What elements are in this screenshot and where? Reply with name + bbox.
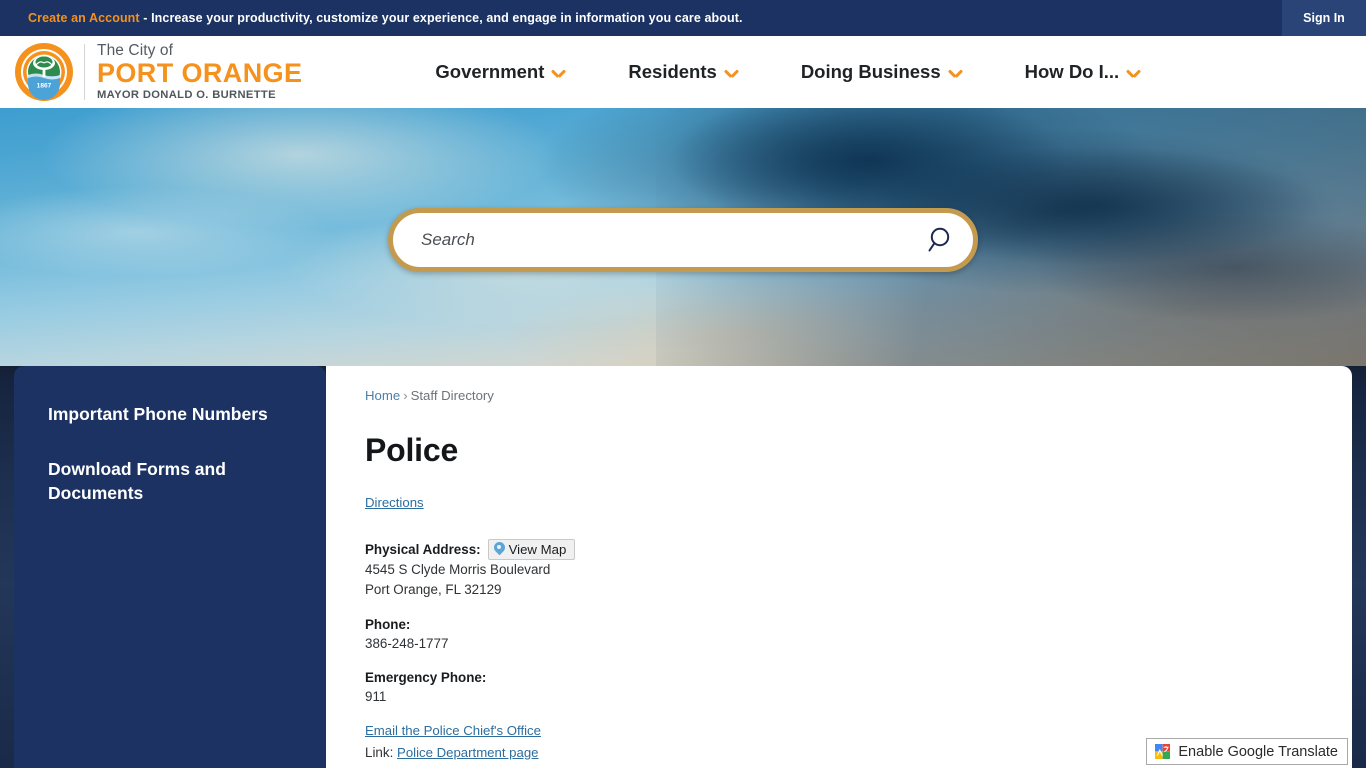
brand-mayor-line: MAYOR DONALD O. BURNETTE [97, 88, 276, 101]
breadcrumb-separator: › [403, 388, 408, 403]
search-icon [928, 227, 950, 252]
emergency-phone-value: 911 [365, 689, 387, 705]
address-line-2: Port Orange, FL 32129 [365, 582, 502, 598]
nav-item-doing-business[interactable]: Doing Business [801, 61, 962, 83]
email-police-chief-link[interactable]: Email the Police Chief's Office [365, 723, 1352, 738]
google-translate-label: Enable Google Translate [1178, 743, 1338, 760]
brand-divider [84, 44, 85, 100]
view-map-button[interactable]: View Map [487, 539, 576, 560]
brand-city-name: PORT ORANGE [97, 58, 303, 89]
nav-item-residents[interactable]: Residents [628, 61, 737, 83]
sign-in-button[interactable]: Sign In [1282, 0, 1366, 36]
nav-label-how-do-i: How Do I... [1024, 61, 1120, 82]
phone-label: Phone: [365, 617, 411, 633]
nav-label-doing-business: Doing Business [800, 61, 941, 82]
physical-address-label: Physical Address: [365, 542, 481, 557]
chevron-down-icon [725, 68, 738, 76]
enable-google-translate-button[interactable]: Enable Google Translate [1146, 738, 1348, 765]
nav-label-residents: Residents [628, 61, 717, 82]
page-title: Police [365, 432, 459, 468]
main-content-panel: Home › Staff Directory Police Directions P… [326, 366, 1352, 768]
nav-item-government[interactable]: Government [435, 61, 565, 83]
svg-text:1867: 1867 [37, 83, 52, 90]
search-input[interactable] [393, 230, 911, 250]
sidebar-panel: Important Phone Numbers Download Forms a… [14, 366, 326, 768]
physical-address-block: Physical Address: View Map 4545 S Clyde M… [365, 539, 1352, 601]
nav-label-government: Government [435, 61, 545, 82]
main-navigation: Government Residents Doing Business How … [435, 61, 1140, 83]
hero-banner-image [0, 108, 1366, 366]
brand-city-line: The City of [97, 41, 174, 59]
phone-block: Phone: 386-248-1777 [365, 616, 1352, 654]
emergency-phone-label: Emergency Phone: [365, 670, 487, 686]
link-prefix-label: Link: [365, 744, 394, 760]
view-map-label: View Map [508, 542, 567, 557]
address-line-1: 4545 S Clyde Morris Boulevard [365, 562, 551, 577]
sidebar-item-download-forms-and-documents[interactable]: Download Forms and Documents [48, 457, 298, 505]
top-utility-bar: Create an Account - Increase your produc… [0, 0, 1366, 36]
map-pin-icon [494, 542, 505, 557]
create-account-link[interactable]: Create an Account [28, 11, 140, 25]
nav-item-how-do-i[interactable]: How Do I... [1025, 61, 1141, 83]
promo-text: - Increase your productivity, customize … [139, 11, 743, 25]
search-bar[interactable] [388, 208, 978, 272]
account-promo-message: Create an Account - Increase your produc… [28, 11, 743, 25]
sidebar-item-important-phone-numbers[interactable]: Important Phone Numbers [48, 402, 298, 426]
phone-value: 386-248-1777 [365, 635, 449, 651]
brand-logo[interactable]: 1867 The City of PORT ORANGE MAYOR DONAL… [14, 42, 302, 102]
police-department-page-link[interactable]: Police Department page [397, 745, 538, 760]
chevron-down-icon [1127, 68, 1140, 76]
chevron-down-icon [949, 68, 962, 76]
city-seal-icon: 1867 [14, 42, 74, 102]
directions-link[interactable]: Directions [365, 495, 424, 510]
chevron-down-icon [552, 68, 565, 76]
brand-wordmark: The City of PORT ORANGE MAYOR DONALD O. … [97, 43, 302, 101]
breadcrumb-home-link[interactable]: Home [365, 388, 400, 403]
site-header: 1867 The City of PORT ORANGE MAYOR DONAL… [0, 36, 1366, 108]
breadcrumb-current: Staff Directory [410, 388, 494, 403]
google-translate-icon [1154, 743, 1171, 760]
search-button[interactable] [911, 213, 973, 267]
emergency-phone-block: Emergency Phone: 911 [365, 669, 1352, 707]
breadcrumb: Home › Staff Directory [365, 388, 1352, 403]
